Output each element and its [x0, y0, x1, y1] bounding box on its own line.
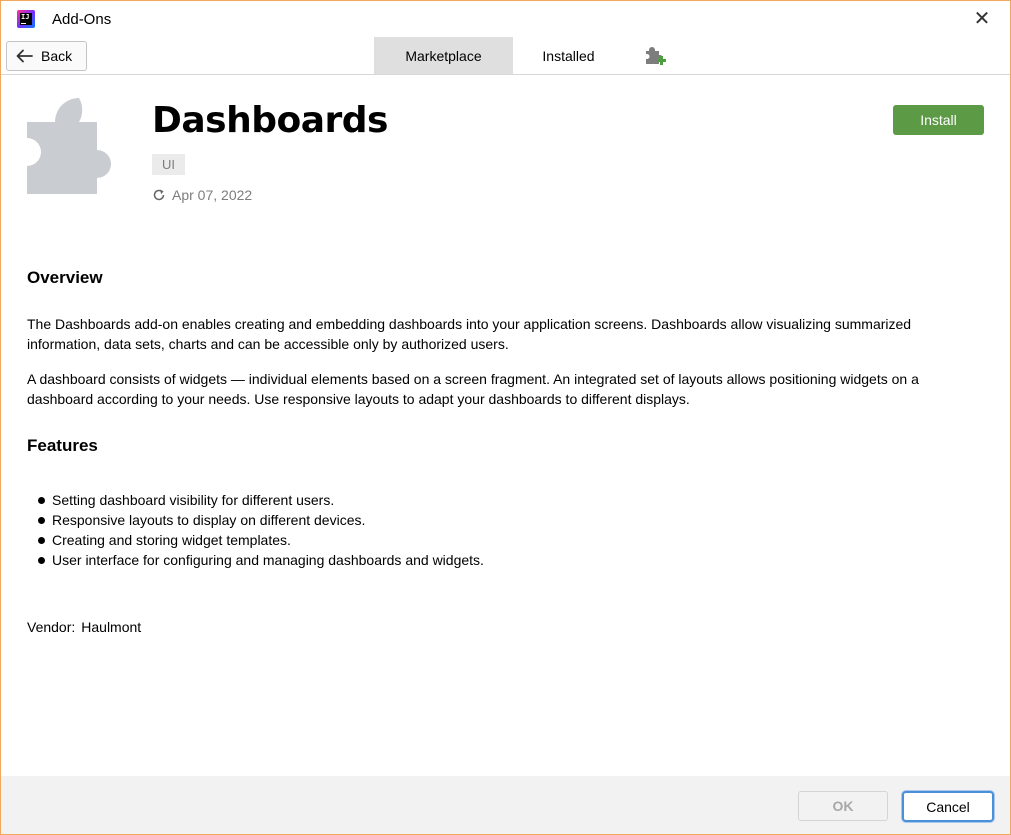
vendor-label: Vendor: — [27, 619, 76, 635]
bullet-icon — [38, 557, 45, 564]
add-ons-dialog: IJ Add-Ons ✕ Back Marketplace Installed … — [0, 0, 1011, 835]
tab-marketplace[interactable]: Marketplace — [374, 37, 513, 74]
window-title: Add-Ons — [52, 11, 112, 28]
back-label: Back — [41, 48, 73, 64]
list-item: Setting dashboard visibility for differe… — [27, 490, 484, 510]
plugin-title: Dashboards — [152, 100, 388, 141]
dialog-footer: OK Cancel — [1, 776, 1010, 834]
list-item: User interface for configuring and manag… — [27, 550, 484, 570]
vendor-name: Haulmont — [81, 619, 142, 635]
bullet-icon — [38, 537, 45, 544]
overview-paragraph: The Dashboards add-on enables creating a… — [27, 316, 912, 352]
bullet-icon — [38, 517, 45, 524]
list-item: Creating and storing widget templates. — [27, 530, 484, 550]
plugin-details: Dashboards UI Apr 07, 2022 Install Overv… — [1, 76, 1010, 776]
intellij-idea-icon: IJ — [17, 10, 35, 28]
category-tag[interactable]: UI — [152, 154, 185, 175]
list-item: Responsive layouts to display on differe… — [27, 510, 484, 530]
overview-heading: Overview — [27, 268, 103, 287]
toolbar: Back Marketplace Installed — [1, 37, 1010, 75]
plugin-add-icon[interactable] — [643, 46, 667, 68]
refresh-icon — [153, 189, 165, 201]
ok-button[interactable]: OK — [798, 791, 888, 821]
feature-list: Setting dashboard visibility for differe… — [27, 490, 484, 570]
puzzle-piece-icon — [27, 98, 111, 194]
date-text: Apr 07, 2022 — [172, 187, 253, 203]
overview-paragraph: A dashboard consists of widgets — indivi… — [27, 371, 919, 407]
close-icon[interactable]: ✕ — [970, 7, 994, 31]
title-bar: IJ Add-Ons ✕ — [1, 1, 1010, 37]
bullet-icon — [38, 497, 45, 504]
back-button[interactable]: Back — [6, 41, 87, 71]
cancel-button[interactable]: Cancel — [902, 791, 994, 822]
install-button[interactable]: Install — [893, 105, 984, 135]
arrow-left-icon — [16, 49, 33, 63]
features-heading: Features — [27, 436, 98, 455]
tab-installed[interactable]: Installed — [513, 37, 624, 74]
vendor-info: Vendor: Haulmont — [27, 619, 141, 635]
update-date: Apr 07, 2022 — [152, 187, 252, 203]
